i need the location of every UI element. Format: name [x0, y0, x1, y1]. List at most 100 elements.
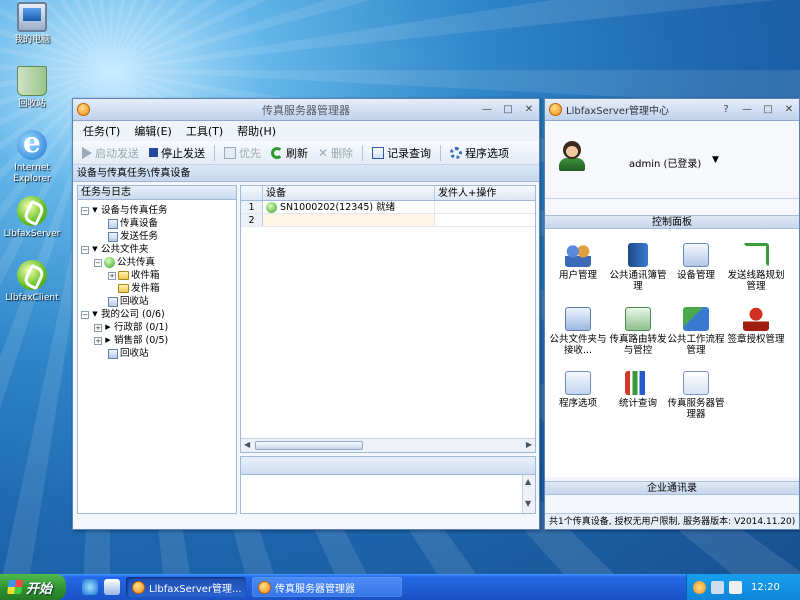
- tree-node-inbox[interactable]: + 收件箱: [108, 269, 160, 282]
- maximize-button[interactable]: □: [502, 104, 514, 116]
- control-center-title: LlbfaxServer管理中心: [566, 106, 670, 117]
- grid-header: 设备 发件人+操作: [241, 186, 535, 201]
- my-computer-icon: [17, 2, 47, 32]
- minimize-button[interactable]: —: [741, 104, 753, 116]
- menu-tools[interactable]: 工具(T): [184, 123, 225, 139]
- tree-node-recycle-public[interactable]: 回收站: [108, 295, 149, 308]
- vertical-scrollbar[interactable]: ▲ ▼: [522, 475, 535, 513]
- desktop-icon-recycle-bin[interactable]: 回收站: [0, 66, 64, 110]
- control-item-statistics[interactable]: 统计查询: [609, 371, 667, 409]
- close-button[interactable]: ✕: [783, 104, 795, 116]
- priority-icon: [224, 146, 236, 159]
- user-name[interactable]: admin (已登录): [629, 155, 701, 170]
- control-item-public-folder[interactable]: 公共文件夹与接收...: [549, 307, 607, 356]
- desktop-icon-my-computer[interactable]: 我的电脑: [0, 2, 64, 46]
- collapse-toggle[interactable]: −: [81, 206, 89, 215]
- menu-help[interactable]: 帮助(H): [235, 123, 278, 139]
- device-grid: 设备 发件人+操作 1 SN1000202(12345) 就绪 2 ◀ ▶: [240, 185, 536, 453]
- desktop-icon-internet-explorer[interactable]: Internet Explorer: [0, 126, 64, 185]
- record-icon: [372, 146, 385, 159]
- tree-node-fax-devices[interactable]: 传真设备: [108, 217, 158, 230]
- control-panel-header[interactable]: 控制面板: [545, 215, 799, 229]
- expand-toggle[interactable]: +: [94, 336, 102, 345]
- control-item-address-book[interactable]: 公共通讯簿管理: [609, 243, 667, 292]
- control-item-fax-routing[interactable]: 传真路由转发与管控: [609, 307, 667, 356]
- control-item-device-management[interactable]: 设备管理: [667, 243, 725, 281]
- internet-explorer-icon: [17, 126, 47, 160]
- toolbar-separator: [440, 144, 442, 161]
- fax-manager-titlebar[interactable]: 传真服务器管理器 — □ ✕: [73, 99, 539, 121]
- menu-edit[interactable]: 编辑(E): [132, 123, 174, 139]
- collapse-toggle[interactable]: −: [94, 258, 102, 267]
- table-row[interactable]: 2: [241, 214, 535, 227]
- tree-node-my-company[interactable]: − ▼ 我的公司 (0/6): [81, 308, 165, 321]
- workflow-icon: [683, 307, 709, 331]
- chevron-down-icon[interactable]: ▼: [712, 155, 719, 165]
- fax-manager-title: 传真服务器管理器: [262, 103, 350, 117]
- tray-network-icon[interactable]: [711, 580, 724, 594]
- program-options-button[interactable]: 程序选项: [447, 143, 512, 163]
- scroll-up-icon[interactable]: ▲: [525, 477, 531, 486]
- app-logo-icon: [549, 103, 562, 116]
- control-item-seal-authorization[interactable]: 签章授权管理: [727, 307, 785, 345]
- delete-button[interactable]: ✕ 删除: [315, 143, 356, 163]
- control-item-program-options[interactable]: 程序选项: [549, 371, 607, 409]
- device-settings-icon: [683, 243, 709, 267]
- taskbar-item-fax-manager[interactable]: 传真服务器管理器: [252, 577, 402, 597]
- play-icon: [82, 146, 92, 159]
- start-send-button[interactable]: 启动发送: [79, 143, 142, 163]
- detail-header: [241, 457, 535, 475]
- tree-node-outbox[interactable]: 发件箱: [118, 282, 160, 295]
- refresh-icon: [271, 146, 283, 159]
- menu-task[interactable]: 任务(T): [81, 123, 122, 139]
- scroll-thumb[interactable]: [255, 441, 363, 450]
- horizontal-scrollbar[interactable]: ◀ ▶: [241, 438, 535, 452]
- start-button[interactable]: 开始: [0, 574, 66, 600]
- tree-node-devices-tasks[interactable]: − ▼ 设备与传真任务: [81, 204, 168, 217]
- show-desktop-icon[interactable]: [104, 579, 120, 595]
- column-header-sender[interactable]: 发件人+操作: [435, 186, 535, 200]
- tree-node-public-fax[interactable]: − 公共传真: [94, 256, 155, 269]
- tray-volume-icon[interactable]: [729, 580, 742, 594]
- delete-icon: ✕: [318, 145, 329, 160]
- tree-node-sales-dept[interactable]: + ▶ 销售部 (0/5): [94, 334, 168, 347]
- record-query-button[interactable]: 记录查询: [369, 143, 434, 163]
- collapse-toggle[interactable]: −: [81, 245, 89, 254]
- maximize-button[interactable]: □: [762, 104, 774, 116]
- taskbar-item-control-center[interactable]: LlbfaxServer管理...: [126, 577, 246, 597]
- ie-quick-launch-icon[interactable]: [82, 579, 98, 595]
- stop-send-button[interactable]: 停止发送: [146, 143, 208, 163]
- control-item-user-management[interactable]: 用户管理: [549, 243, 607, 281]
- tray-app-icon[interactable]: [693, 580, 706, 594]
- scroll-right-icon[interactable]: ▶: [526, 440, 532, 449]
- scroll-down-icon[interactable]: ▼: [525, 499, 531, 508]
- close-button[interactable]: ✕: [523, 104, 535, 116]
- tree-node-send-tasks[interactable]: 发送任务: [108, 230, 158, 243]
- collapse-toggle[interactable]: −: [81, 310, 89, 319]
- minimize-button[interactable]: —: [481, 104, 493, 116]
- scroll-left-icon[interactable]: ◀: [244, 440, 250, 449]
- breadcrumb: 设备与传真任务\传真设备: [73, 165, 539, 182]
- expanded-arrow-icon: ▼: [92, 310, 98, 318]
- collapsed-arrow-icon: ▶: [105, 323, 111, 331]
- app-logo-icon: [258, 580, 271, 594]
- expand-toggle[interactable]: +: [94, 323, 102, 332]
- priority-button[interactable]: 优先: [221, 143, 264, 163]
- tree-node-admin-dept[interactable]: + ▶ 行政部 (0/1): [94, 321, 168, 334]
- desktop-icon-llbfax-client[interactable]: LlbfaxClient: [0, 260, 64, 304]
- control-item-fax-server-manager[interactable]: 传真服务器管理器: [667, 371, 725, 420]
- control-item-workflow[interactable]: 公共工作流程管理: [667, 307, 725, 356]
- clock[interactable]: 12:20: [751, 582, 780, 593]
- refresh-button[interactable]: 刷新: [268, 143, 311, 163]
- tree-node-recycle-company[interactable]: 回收站: [108, 347, 149, 360]
- tree-node-public-folder[interactable]: − ▼ 公共文件夹: [81, 243, 149, 256]
- address-book-header[interactable]: 企业通讯录: [545, 481, 799, 495]
- expand-toggle[interactable]: +: [108, 271, 116, 280]
- desktop-icon-llbfax-server[interactable]: LlbfaxServer: [0, 196, 64, 240]
- control-center-titlebar[interactable]: LlbfaxServer管理中心 ? — □ ✕: [545, 99, 799, 121]
- column-header-device[interactable]: 设备: [263, 186, 435, 200]
- taskbar: 开始 LlbfaxServer管理... 传真服务器管理器 12:20: [0, 574, 800, 600]
- table-row[interactable]: 1 SN1000202(12345) 就绪: [241, 201, 535, 214]
- control-item-route-planning[interactable]: 发送线路规划管理: [727, 243, 785, 292]
- help-button[interactable]: ?: [720, 104, 732, 116]
